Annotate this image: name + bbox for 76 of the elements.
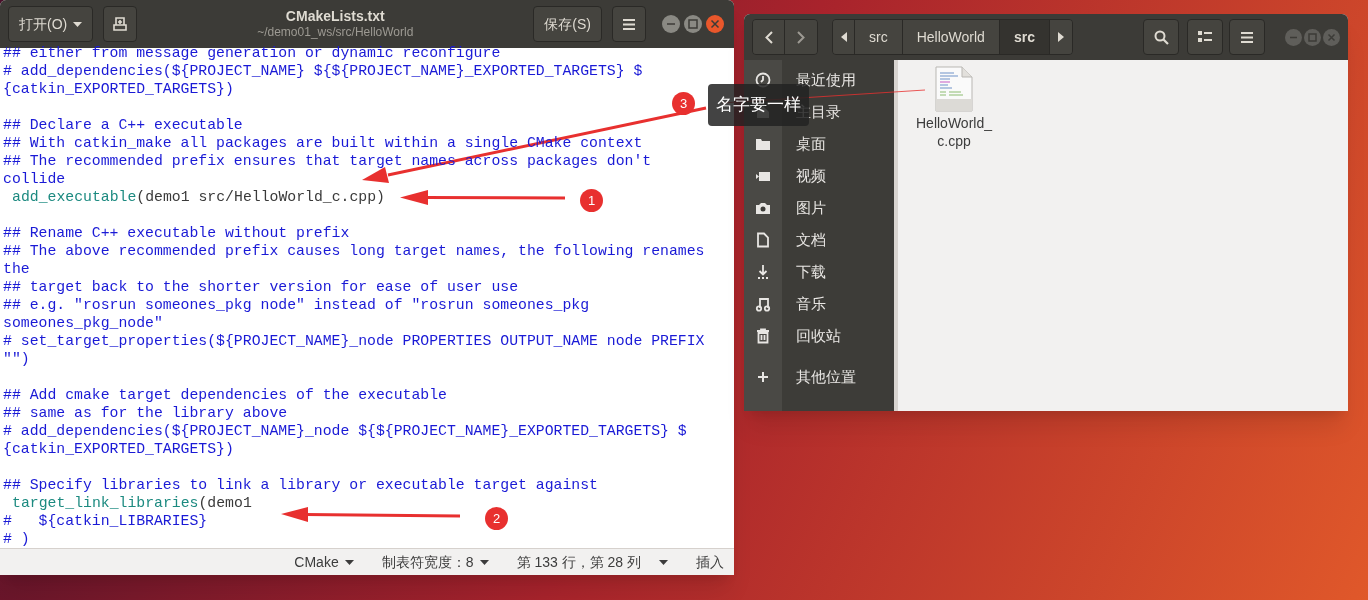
- cursor-position-dropdown[interactable]: 第 133 行，第 28 列: [516, 551, 668, 573]
- menu-button[interactable]: [1229, 19, 1265, 55]
- language-dropdown[interactable]: CMake: [294, 551, 354, 573]
- code-line: add_executable(demo1 src/HelloWorld_c.cpp): [12, 189, 385, 205]
- sidebar-item[interactable]: 桌面: [744, 128, 894, 160]
- code-comment: ## Add cmake target dependencies of the executable: [3, 387, 447, 403]
- new-tab-button[interactable]: [103, 6, 138, 42]
- code-comment: ## either from message generation or dynamic reconfigure: [3, 45, 501, 61]
- code-comment: ""): [3, 351, 30, 367]
- close-icon[interactable]: [706, 15, 724, 33]
- caret-icon: [344, 559, 354, 565]
- path-scroll-right-button[interactable]: [1049, 20, 1072, 54]
- menu-icon: [1241, 31, 1253, 43]
- sidebar-item[interactable]: 视频: [744, 160, 894, 192]
- code-comment: # ${catkin_LIBRARIES}: [3, 513, 208, 529]
- open-button[interactable]: 打开(O): [8, 6, 94, 42]
- path-button[interactable]: src: [999, 20, 1050, 54]
- path-button[interactable]: src: [855, 20, 903, 54]
- left-arrow-icon: [840, 32, 847, 42]
- sidebar-item[interactable]: 下载: [744, 256, 894, 288]
- save-button[interactable]: 保存(S): [533, 6, 602, 42]
- search-icon: [1153, 29, 1169, 45]
- file-path: ~/demo01_ws/src/HelloWorld: [257, 25, 414, 41]
- back-button[interactable]: [753, 20, 785, 54]
- code-comment: ## Declare a C++ executable: [3, 117, 243, 133]
- code-comment: ## The recommended prefix ensures that target names across packages don't: [3, 153, 652, 169]
- caret-icon: [479, 559, 489, 565]
- sidebar-item[interactable]: 图片: [744, 192, 894, 224]
- maximize-icon[interactable]: [684, 15, 702, 33]
- code-comment: ## The above recommended prefix causes long target names, the following renames: [3, 243, 705, 259]
- code-comment: {catkin_EXPORTED_TARGETS}): [3, 81, 234, 97]
- minimize-icon[interactable]: [662, 15, 680, 33]
- plus-icon: [755, 369, 771, 385]
- folder-icon: [755, 136, 771, 152]
- music-note-icon: [755, 296, 771, 312]
- trash-icon: [755, 328, 771, 344]
- sidebar-item[interactable]: 最近使用: [744, 64, 894, 96]
- code-comment: {catkin_EXPORTED_TARGETS}): [3, 441, 234, 457]
- path-button[interactable]: HelloWorld: [902, 20, 1000, 54]
- download-icon: [755, 264, 771, 280]
- sidebar-item[interactable]: 其他位置: [744, 361, 894, 393]
- code-line: target_link_libraries(demo1: [12, 495, 252, 511]
- camera-icon: [755, 200, 771, 216]
- view-options-button[interactable]: [1187, 19, 1223, 55]
- document-icon: [755, 232, 771, 248]
- list-view-icon: [1198, 31, 1212, 43]
- code-comment: ## target back to the shorter version for ease of user use: [3, 279, 518, 295]
- tab-width-dropdown[interactable]: 制表符宽度：8: [381, 551, 489, 573]
- code-comment: # ): [3, 531, 30, 547]
- code-comment: ## Rename C++ executable without prefix: [3, 225, 350, 241]
- sidebar-item[interactable]: 文档: [744, 224, 894, 256]
- code-comment: ## e.g. "rosrun someones_pkg node" instead of "rosrun someones_pkg: [3, 297, 590, 313]
- menu-button[interactable]: [612, 6, 646, 42]
- code-comment: # add_dependencies(${PROJECT_NAME} ${${PROJECT_NAME}_EXPORTED_TARGETS} $: [3, 63, 643, 79]
- back-icon: [764, 30, 773, 44]
- code-comment: the: [3, 261, 30, 277]
- caret-icon: [659, 559, 668, 565]
- caret-icon: [73, 21, 83, 27]
- window-title: CMakeLists.txt: [285, 7, 385, 26]
- new-document-icon: [112, 16, 129, 32]
- code-comment: # set_target_properties(${PROJECT_NAME}_node PROPERTIES OUTPUT_NAME node PREFIX: [3, 333, 705, 349]
- insert-mode: 插入: [696, 552, 724, 572]
- menu-icon: [623, 18, 635, 30]
- code-comment: ## Specify libraries to link a library or executable target against: [3, 477, 598, 493]
- path-scroll-left-button[interactable]: [833, 20, 855, 54]
- code-comment: ## same as for the library above: [3, 405, 288, 421]
- sidebar-item[interactable]: 音乐: [744, 288, 894, 320]
- right-arrow-icon: [1057, 32, 1064, 42]
- search-button[interactable]: [1143, 19, 1179, 55]
- code-comment: collide: [3, 171, 66, 187]
- code-comment: # add_dependencies(${PROJECT_NAME}_node ${${PROJECT_NAME}_EXPORTED_TARGETS} $: [3, 423, 687, 439]
- cpp-file-icon: [935, 66, 973, 112]
- sidebar-item[interactable]: 回收站: [744, 320, 894, 352]
- file-item[interactable]: HelloWorld_c.cpp: [908, 66, 1000, 405]
- forward-icon: [797, 30, 805, 44]
- code-comment: someones_pkg_node": [3, 315, 163, 331]
